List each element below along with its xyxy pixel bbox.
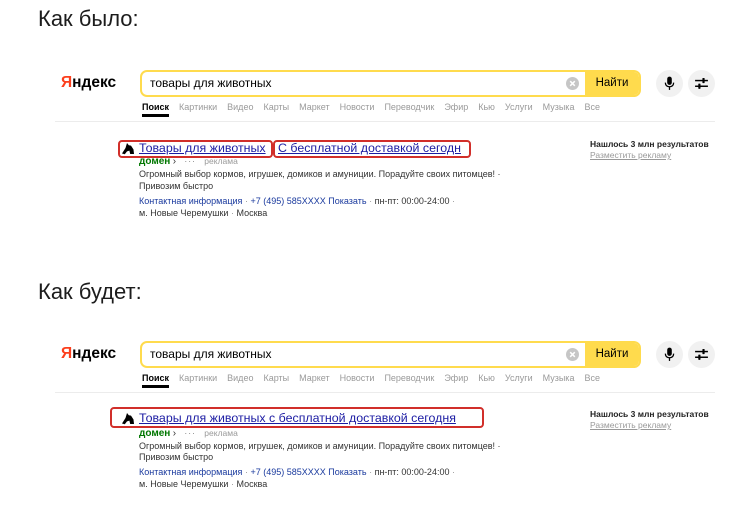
after-heading: Как будет: xyxy=(38,279,142,304)
sliders-icon xyxy=(695,349,708,360)
chevron-right-icon: › xyxy=(172,156,177,167)
phone-number[interactable]: +7 (495) 585XXXX xyxy=(250,196,325,206)
tab-translate[interactable]: Переводчик xyxy=(384,372,434,384)
tab-efir[interactable]: Эфир xyxy=(444,101,468,113)
separator-dot: · xyxy=(244,196,248,206)
search-button[interactable]: Найти xyxy=(585,72,639,95)
tab-news[interactable]: Новости xyxy=(340,372,375,384)
voice-search-button[interactable] xyxy=(656,341,683,368)
tab-images[interactable]: Картинки xyxy=(179,372,217,384)
search-button[interactable]: Найти xyxy=(585,343,639,366)
tab-market[interactable]: Маркет xyxy=(299,101,329,113)
working-hours: пн-пт: 00:00-24:00 xyxy=(374,196,450,206)
search-input[interactable]: товары для животных xyxy=(150,72,272,95)
tab-efir[interactable]: Эфир xyxy=(444,372,468,384)
tab-maps[interactable]: Карты xyxy=(263,101,289,113)
voice-search-button[interactable] xyxy=(656,70,683,97)
settings-button[interactable] xyxy=(688,70,715,97)
search-tabs: Поиск Картинки Видео Карты Маркет Новост… xyxy=(142,372,600,388)
tab-images[interactable]: Картинки xyxy=(179,101,217,113)
tab-video[interactable]: Видео xyxy=(227,101,253,113)
ad-description-extra: Привозим быстро xyxy=(139,452,214,462)
tab-translate[interactable]: Переводчик xyxy=(384,101,434,113)
tab-services[interactable]: Услуги xyxy=(505,372,533,384)
ad-contacts-row: Контактная информация · +7 (495) 585XXXX… xyxy=(139,195,455,207)
tab-q[interactable]: Кью xyxy=(478,101,495,113)
working-hours: пн-пт: 00:00-24:00 xyxy=(374,467,450,477)
ad-address-row: м. Новые Черемушки · Москва xyxy=(139,207,267,219)
show-phone-link[interactable]: Показать xyxy=(328,467,366,477)
more-options-icon[interactable]: ··· xyxy=(184,428,196,438)
serp-after: Яндекс товары для животных Найти Поиск К… xyxy=(0,331,751,499)
tab-all[interactable]: Все xyxy=(584,372,600,384)
tab-music[interactable]: Музыка xyxy=(543,372,575,384)
serp-before: Яндекс товары для животных Найти Поиск К… xyxy=(0,60,751,228)
clear-icon[interactable] xyxy=(566,348,579,361)
search-bar[interactable]: товары для животных Найти xyxy=(140,70,641,97)
place-ad-link[interactable]: Разместить рекламу xyxy=(590,419,671,431)
separator-dot: · xyxy=(369,196,373,206)
yandex-logo[interactable]: Яндекс xyxy=(61,73,116,93)
ad-label: реклама xyxy=(204,156,238,166)
search-tabs: Поиск Картинки Видео Карты Маркет Новост… xyxy=(142,101,600,117)
separator-dot: · xyxy=(230,479,234,489)
ad-label: реклама xyxy=(204,428,238,438)
tab-market[interactable]: Маркет xyxy=(299,372,329,384)
microphone-icon xyxy=(664,76,675,90)
microphone-icon xyxy=(664,347,675,361)
sliders-icon xyxy=(695,78,708,89)
clear-icon[interactable] xyxy=(566,77,579,90)
more-options-icon[interactable]: ··· xyxy=(184,156,196,166)
clear-icon-graphic xyxy=(566,348,579,361)
tab-search[interactable]: Поиск xyxy=(142,372,170,388)
ad-description: Огромный выбор кормов, игрушек, домиков … xyxy=(139,169,501,179)
separator-dot: · xyxy=(230,208,234,218)
separator-dot: · xyxy=(451,196,455,206)
ad-description-extra: Привозим быстро xyxy=(139,181,214,191)
separator-dot: · xyxy=(369,467,373,477)
yandex-logo[interactable]: Яндекс xyxy=(61,344,116,364)
search-input[interactable]: товары для животных xyxy=(150,343,272,366)
ad-domain[interactable]: домен xyxy=(139,156,170,167)
clear-icon-graphic xyxy=(566,77,579,90)
ad-meta-row: домен › ··· реклама xyxy=(139,427,238,440)
highlight-box-title xyxy=(110,407,484,428)
contact-info-link[interactable]: Контактная информация xyxy=(139,196,242,206)
ad-meta-row: домен › ··· реклама xyxy=(139,155,238,168)
tab-maps[interactable]: Карты xyxy=(263,372,289,384)
tab-all[interactable]: Все xyxy=(584,101,600,113)
tab-music[interactable]: Музыка xyxy=(543,101,575,113)
show-phone-link[interactable]: Показать xyxy=(328,196,366,206)
highlight-box-title-extra xyxy=(273,140,471,158)
metro-station: м. Новые Черемушки xyxy=(139,479,229,489)
tab-video[interactable]: Видео xyxy=(227,372,253,384)
settings-button[interactable] xyxy=(688,341,715,368)
city: Москва xyxy=(236,208,268,218)
header-divider xyxy=(55,121,715,122)
chevron-right-icon: › xyxy=(172,428,177,439)
separator-dot: · xyxy=(244,467,248,477)
tab-q[interactable]: Кью xyxy=(478,372,495,384)
metro-station: м. Новые Черемушки xyxy=(139,208,229,218)
ad-address-row: м. Новые Черемушки · Москва xyxy=(139,478,267,490)
before-heading: Как было: xyxy=(38,6,139,31)
separator-dot: · xyxy=(451,467,455,477)
tab-news[interactable]: Новости xyxy=(340,101,375,113)
city: Москва xyxy=(236,479,268,489)
search-bar[interactable]: товары для животных Найти xyxy=(140,341,641,368)
header-divider xyxy=(55,392,715,393)
place-ad-link[interactable]: Разместить рекламу xyxy=(590,149,671,161)
ad-domain[interactable]: домен xyxy=(139,428,170,439)
phone-number[interactable]: +7 (495) 585XXXX xyxy=(250,467,325,477)
tab-services[interactable]: Услуги xyxy=(505,101,533,113)
tab-search[interactable]: Поиск xyxy=(142,101,170,117)
ad-contacts-row: Контактная информация · +7 (495) 585XXXX… xyxy=(139,466,455,478)
contact-info-link[interactable]: Контактная информация xyxy=(139,467,242,477)
